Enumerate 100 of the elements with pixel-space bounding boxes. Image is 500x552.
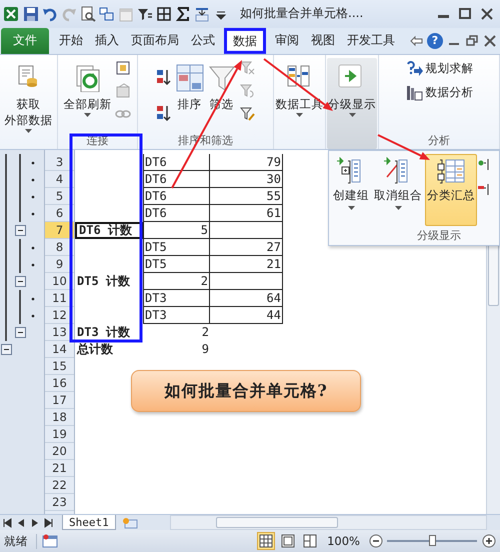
sort-ascending-button[interactable]: [154, 68, 172, 86]
menu-button[interactable]: 创建组: [331, 154, 371, 226]
zoom-in-button[interactable]: [481, 534, 496, 549]
save-icon: [22, 6, 38, 22]
ribbon-tab[interactable]: 插入: [89, 28, 125, 54]
table-cell: DT6: [143, 204, 210, 222]
table-cell-text: 2: [200, 324, 210, 341]
page-break-view-button[interactable]: [301, 532, 320, 550]
zoom-out-button[interactable]: [368, 534, 383, 549]
collapse-button[interactable]: [15, 326, 26, 338]
table-cell: 55: [210, 188, 283, 205]
funnel-icon: [208, 64, 236, 92]
table-cell: 5: [143, 222, 210, 239]
show-detail-icon[interactable]: [478, 158, 490, 171]
close-icon: [482, 34, 496, 48]
ribbon-tab[interactable]: 开发工具: [341, 28, 401, 54]
connections-icon: [115, 60, 132, 78]
table-cell: DT3: [143, 290, 210, 307]
ribbon-tab[interactable]: 审阅: [269, 28, 305, 54]
app-logo-icon: [3, 6, 19, 22]
table-cell: DT6: [143, 154, 210, 171]
horizontal-scrollbar[interactable]: [170, 515, 487, 530]
first-sheet-icon: [2, 518, 12, 528]
table-cell: 21: [210, 256, 283, 273]
minimize-icon: [448, 42, 458, 45]
normal-view-button[interactable]: [257, 532, 276, 550]
close-button[interactable]: [482, 33, 497, 48]
table-cell-text: DT3 计数: [76, 324, 131, 341]
page-layout-view-icon: [281, 534, 296, 548]
insert-row-icon: [194, 6, 210, 22]
table-cell: DT5: [143, 238, 210, 256]
normal-view-icon: [259, 534, 274, 548]
page-layout-view-button[interactable]: [279, 532, 298, 550]
page-break-view-icon: [303, 534, 318, 548]
status-text: 就绪: [4, 534, 37, 549]
sum-icon: [174, 6, 190, 22]
group-label: 分级显示: [417, 229, 461, 242]
table-cell-text: 9: [200, 340, 210, 358]
table-cell: DT3: [143, 306, 210, 324]
record-macro-icon: [42, 534, 58, 548]
sort-icon: [176, 64, 204, 92]
ribbon-button[interactable]: 规划求解: [404, 60, 474, 78]
ribbon-tab[interactable]: 公式: [185, 28, 221, 54]
zoom-out-icon: [368, 534, 382, 548]
zoom-level: 100%: [326, 534, 361, 548]
previous-sheet-icon: [16, 518, 26, 528]
borders-icon: [156, 6, 172, 22]
table-cell: 44: [210, 306, 283, 324]
ribbon-button[interactable]: 数据分析: [404, 84, 474, 102]
borders-button[interactable]: [155, 4, 172, 23]
menu-button[interactable]: 分类汇总: [425, 154, 477, 226]
collapse-button[interactable]: [15, 276, 26, 287]
table-cell-text: 总计数: [76, 340, 114, 358]
properties-icon: [115, 83, 132, 100]
table-cell: 61: [210, 204, 283, 222]
next-sheet-icon: [30, 518, 40, 528]
minimize-icon: [438, 15, 448, 18]
restore-icon: [464, 34, 478, 48]
table-cell-text: DT5 计数: [76, 272, 131, 290]
record-macro-button[interactable]: [41, 533, 59, 550]
subtotal-icon: [436, 157, 466, 185]
print-preview-icon: [80, 6, 96, 22]
table-cell[interactable]: DT6 计数: [75, 222, 143, 239]
zoom-in-icon: [482, 534, 496, 548]
print-preview-button[interactable]: [79, 4, 96, 23]
zoom-slider[interactable]: [429, 535, 436, 546]
group-label: 分析: [428, 134, 450, 147]
data-analysis-icon: [404, 84, 422, 102]
table-cell: DT5: [143, 256, 210, 273]
window-title: 如何批量合并单元格....: [239, 5, 364, 22]
table-cell: 27: [210, 238, 283, 256]
close-icon: [479, 6, 495, 22]
table-cell: DT6: [143, 170, 210, 188]
refresh-icon: [74, 64, 102, 92]
ribbon-tab[interactable]: 页面布局: [125, 28, 185, 54]
table-cell: 30: [210, 170, 283, 188]
sheet-tab[interactable]: Sheet1: [62, 515, 116, 530]
help-button[interactable]: ?: [427, 32, 443, 49]
collapse-button[interactable]: [1, 344, 12, 355]
sort-ascending-icon: [155, 68, 172, 86]
restore-button[interactable]: [464, 33, 479, 48]
last-sheet-icon: [44, 518, 54, 528]
ribbon-tab[interactable]: 开始: [53, 28, 89, 54]
table-cell: DT6: [143, 188, 210, 205]
sum-button[interactable]: [174, 4, 191, 23]
save-button[interactable]: [22, 4, 39, 23]
callout-box: 如何批量合并单元格?: [131, 370, 361, 412]
ribbon-button[interactable]: 全部刷新: [62, 58, 112, 119]
ribbon-tab[interactable]: 视图: [305, 28, 341, 54]
pin-icon[interactable]: [410, 34, 424, 47]
layout-button[interactable]: [98, 4, 115, 23]
solver-icon: [404, 60, 422, 78]
collapse-button[interactable]: [15, 224, 26, 236]
file-tab[interactable]: 文件: [1, 28, 49, 54]
menu-button[interactable]: 取消组合: [372, 154, 424, 226]
hide-detail-icon[interactable]: [478, 183, 490, 196]
ribbon-button[interactable]: 排序: [174, 58, 204, 114]
ribbon-button[interactable]: 获取 外部数据: [4, 58, 54, 135]
sort-descending-button[interactable]: [154, 104, 172, 122]
table-cell: 2: [143, 272, 210, 290]
